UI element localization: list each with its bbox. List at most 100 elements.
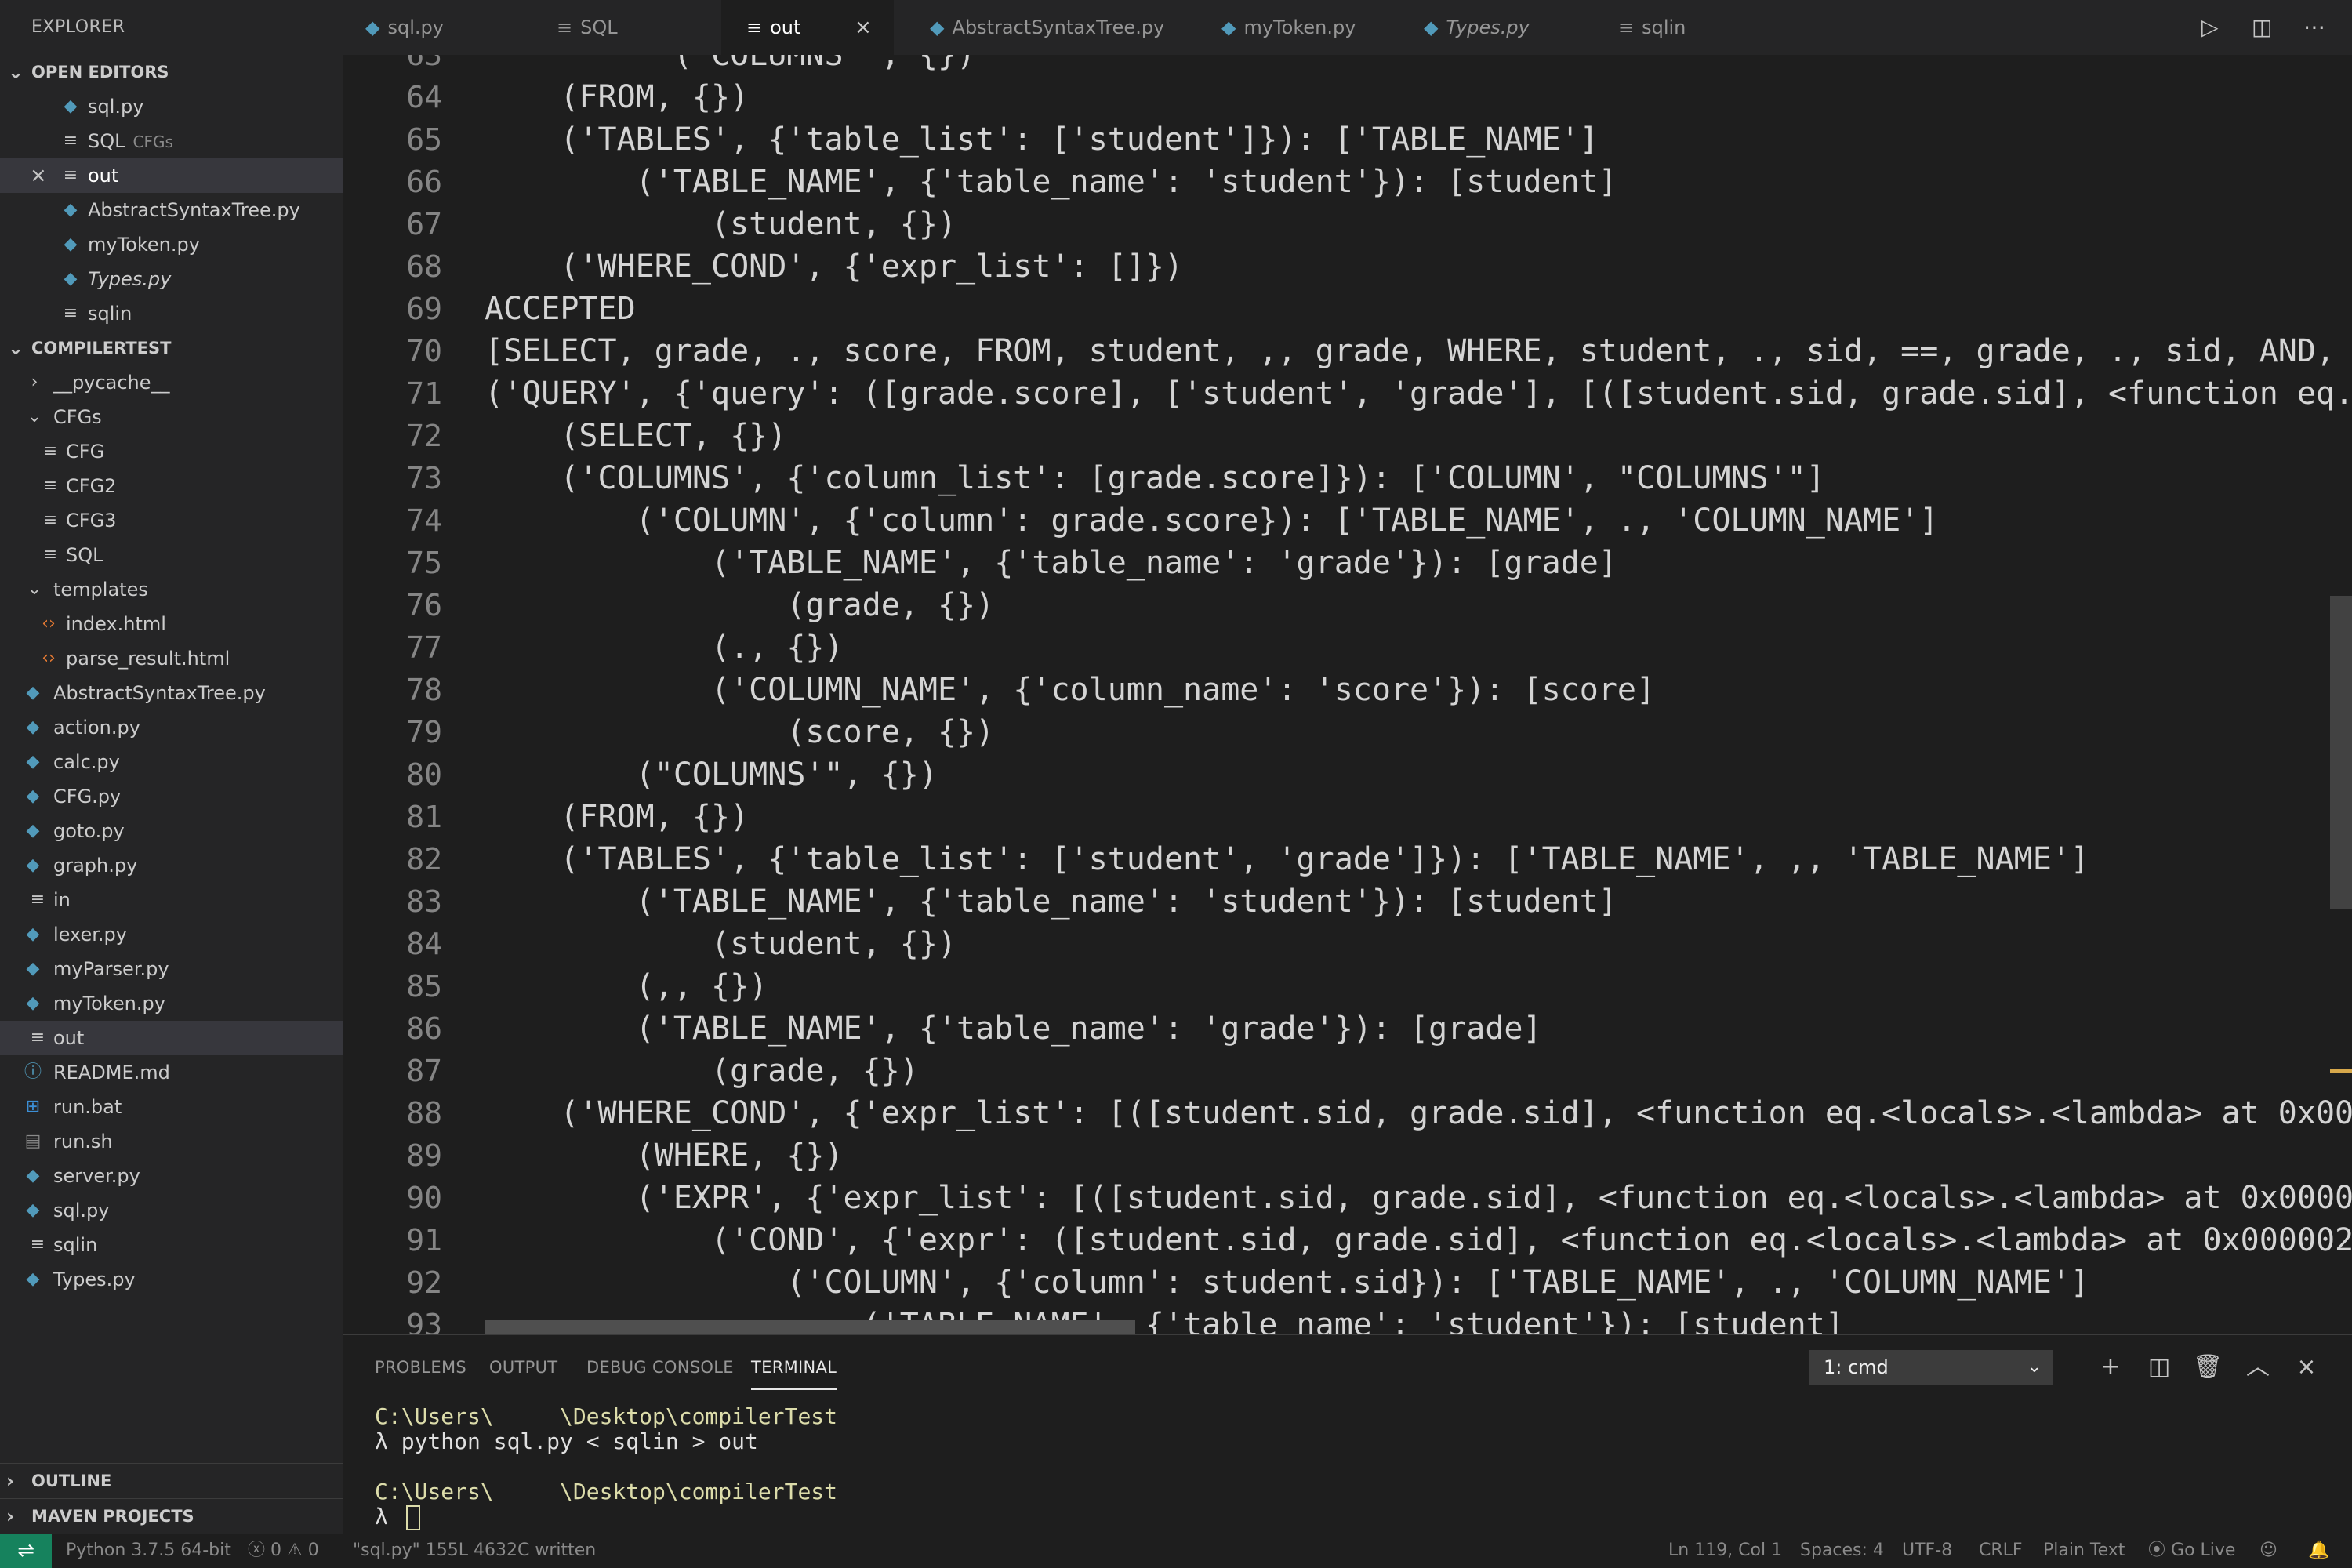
code-text: ('COND', {'expr': ([student.sid, grade.s… — [485, 1222, 2352, 1258]
feedback-icon[interactable]: ☺ — [2259, 1534, 2278, 1568]
python-file-icon: ◆ — [26, 993, 40, 1013]
file-lexer-py[interactable]: ◆ lexer.py — [0, 917, 343, 952]
file-sql-py[interactable]: ◆ sql.py — [0, 1193, 343, 1228]
open-editor-sql-cfgs[interactable]: ≡ SQL CFGs — [0, 124, 343, 158]
problems-indicator[interactable]: ⓧ 0 ⚠ 0 — [248, 1534, 319, 1568]
split-terminal-icon[interactable]: ◫ — [2143, 1350, 2175, 1385]
text-file-icon: ≡ — [42, 441, 58, 461]
file-sql[interactable]: ≡ SQL — [0, 538, 343, 572]
tab-sqlin[interactable]: ≡ sqlin — [1618, 0, 1744, 55]
file-graph-py[interactable]: ◆ graph.py — [0, 848, 343, 883]
python-file-icon: ◆ — [26, 752, 40, 771]
terminal-select[interactable]: 1: cmd ⌄ — [1809, 1350, 2053, 1385]
new-terminal-icon[interactable]: + — [2095, 1350, 2126, 1385]
code-text: ('COLUMNS', {'column_list': [grade.score… — [485, 460, 1825, 496]
file-in[interactable]: ≡ in — [0, 883, 343, 917]
project-header[interactable]: ⌄ COMPILERTEST — [0, 331, 343, 365]
close-panel-icon[interactable]: × — [2291, 1350, 2322, 1385]
close-icon[interactable]: × — [855, 0, 872, 55]
status-bar: ⇌ Python 3.7.5 64-bit ⓧ 0 ⚠ 0 "sql.py" 1… — [0, 1534, 2352, 1568]
code-text: ('TABLES', {'table_list': ['student']}):… — [485, 122, 1599, 158]
file-cfg[interactable]: ≡ CFG — [0, 434, 343, 469]
open-editor-mytoken[interactable]: ◆ myToken.py — [0, 227, 343, 262]
line-number: 92 — [406, 1265, 442, 1300]
file-server-py[interactable]: ◆ server.py — [0, 1159, 343, 1193]
file-abstractsyntaxtree[interactable]: ◆ AbstractSyntaxTree.py — [0, 676, 343, 710]
tab-types[interactable]: ◆ Types.py — [1424, 0, 1581, 55]
file-calc-py[interactable]: ◆ calc.py — [0, 745, 343, 779]
html-file-icon: ‹› — [42, 648, 56, 668]
python-file-icon: ◆ — [26, 855, 40, 875]
tree-item-label: CFG — [66, 441, 105, 463]
file-sqlin[interactable]: ≡ sqlin — [0, 1228, 343, 1262]
python-file-icon: ◆ — [26, 1269, 40, 1289]
file-cfg-py[interactable]: ◆ CFG.py — [0, 779, 343, 814]
folder-templates[interactable]: ⌄ templates — [0, 572, 343, 607]
file-index-html[interactable]: ‹› index.html — [0, 607, 343, 641]
tab-output[interactable]: OUTPUT — [489, 1335, 557, 1399]
file-run-bat[interactable]: ⊞ run.bat — [0, 1090, 343, 1124]
more-actions-icon[interactable]: ⋯ — [2303, 0, 2325, 55]
open-editor-sql-py[interactable]: ◆ sql.py — [0, 89, 343, 124]
tab-problems[interactable]: PROBLEMS — [375, 1335, 466, 1399]
line-endings[interactable]: CRLF — [1979, 1534, 2023, 1568]
open-editor-types[interactable]: ◆ Types.py — [0, 262, 343, 296]
terminal-prompt-line[interactable]: λ — [375, 1504, 420, 1530]
code-text: (., {}) — [485, 630, 844, 666]
file-out[interactable]: ≡ out — [0, 1021, 343, 1055]
file-action-py[interactable]: ◆ action.py — [0, 710, 343, 745]
code-text: ('QUERY', {'query': ([grade.score], ['st… — [485, 376, 2352, 412]
go-live-button[interactable]: ⦿ Go Live — [2148, 1534, 2235, 1568]
run-icon[interactable]: ▷ — [2201, 0, 2219, 55]
code-text: (student, {}) — [485, 206, 957, 242]
tab-terminal[interactable]: TERMINAL — [751, 1335, 837, 1399]
tree-item-label: lexer.py — [53, 924, 127, 946]
remote-icon[interactable]: ⇌ — [0, 1534, 52, 1568]
tab-abstractsyntaxtree[interactable]: ◆ AbstractSyntaxTree.py — [930, 0, 1165, 55]
outline-section-header[interactable]: › OUTLINE — [0, 1463, 343, 1498]
tab-mytoken[interactable]: ◆ myToken.py — [1221, 0, 1378, 55]
folder-cfgs[interactable]: ⌄ CFGs — [0, 400, 343, 434]
file-mytoken-py[interactable]: ◆ myToken.py — [0, 986, 343, 1021]
line-number: 76 — [406, 588, 442, 622]
tree-item-label: server.py — [53, 1165, 140, 1187]
open-editors-header[interactable]: ⌄ OPEN EDITORS — [0, 55, 343, 89]
text-file-icon: ≡ — [30, 1235, 45, 1254]
tree-item-label: CFGs — [53, 406, 102, 428]
file-readme-md[interactable]: ⓘ README.md — [0, 1055, 343, 1090]
language-mode[interactable]: Plain Text — [2043, 1534, 2125, 1568]
file-myparser-py[interactable]: ◆ myParser.py — [0, 952, 343, 986]
code-text: ('COLUMNS'', {}) — [485, 55, 976, 73]
trash-icon[interactable]: 🗑 — [2192, 1350, 2223, 1385]
open-editor-sqlin[interactable]: ≡ sqlin — [0, 296, 343, 331]
code-text: [SELECT, grade, ., score, FROM, student,… — [485, 333, 2352, 369]
open-editor-label: sql.py — [88, 96, 144, 118]
maven-section-header[interactable]: › MAVEN PROJECTS — [0, 1498, 343, 1534]
file-run-sh[interactable]: ▤ run.sh — [0, 1124, 343, 1159]
tab-sql[interactable]: ≡ SQL — [557, 0, 729, 55]
code-editor[interactable]: 63 ('COLUMNS'', {}) 64 (FROM, {}) 65 ('TAB… — [343, 55, 2352, 1334]
python-interpreter[interactable]: Python 3.7.5 64-bit — [66, 1534, 231, 1568]
split-editor-icon[interactable]: ◫ — [2252, 0, 2272, 55]
file-types-py[interactable]: ◆ Types.py — [0, 1262, 343, 1297]
text-file-icon: ≡ — [746, 16, 763, 38]
close-icon[interactable]: × — [30, 158, 47, 193]
folder-pycache[interactable]: › __pycache__ — [0, 365, 343, 400]
file-parse-result-html[interactable]: ‹› parse_result.html — [0, 641, 343, 676]
horizontal-scrollbar[interactable] — [485, 1320, 1135, 1334]
tab-out[interactable]: ≡ out × — [721, 0, 894, 55]
encoding[interactable]: UTF-8 — [1902, 1534, 1952, 1568]
bell-icon[interactable]: 🔔 — [2308, 1534, 2329, 1568]
indentation[interactable]: Spaces: 4 — [1800, 1534, 1884, 1568]
maximize-panel-icon[interactable]: ︿ — [2242, 1350, 2274, 1385]
file-cfg3[interactable]: ≡ CFG3 — [0, 503, 343, 538]
file-goto-py[interactable]: ◆ goto.py — [0, 814, 343, 848]
vertical-scrollbar[interactable] — [2330, 596, 2352, 909]
line-number: 85 — [406, 969, 442, 1004]
tab-sql-py[interactable]: ◆ sql.py — [365, 0, 550, 55]
open-editor-out[interactable]: × ≡ out — [0, 158, 343, 193]
file-cfg2[interactable]: ≡ CFG2 — [0, 469, 343, 503]
open-editor-abstractsyntaxtree[interactable]: ◆ AbstractSyntaxTree.py — [0, 193, 343, 227]
tab-debug-console[interactable]: DEBUG CONSOLE — [586, 1335, 734, 1399]
cursor-position[interactable]: Ln 119, Col 1 — [1668, 1534, 1782, 1568]
